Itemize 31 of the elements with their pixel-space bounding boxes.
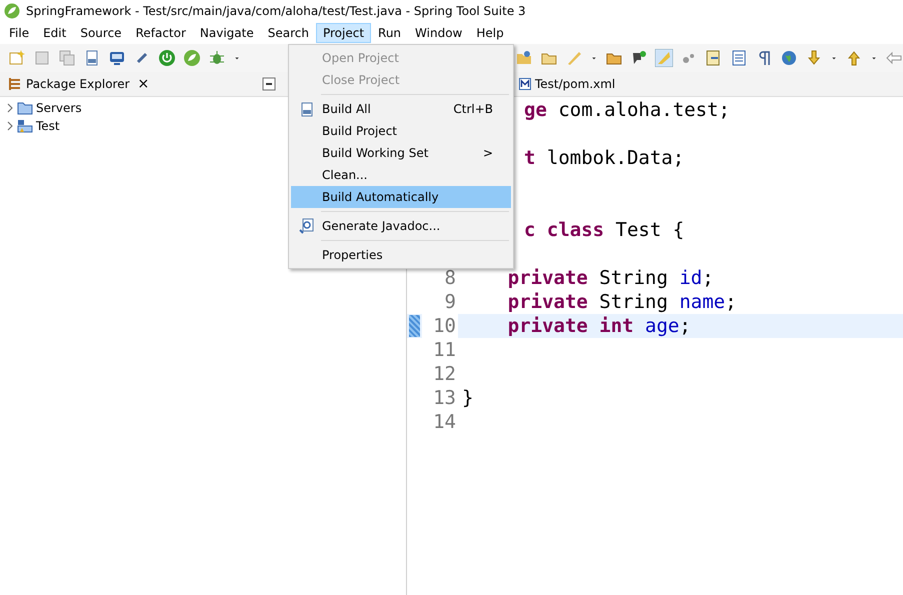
tree-item[interactable]: Test [36,119,60,133]
close-button[interactable]: × [138,76,150,92]
code-line: c class Test { [524,219,684,241]
menu-entry[interactable]: Build Project [291,120,511,142]
code-line: ge com.aloha.test; [524,99,730,121]
menu-item[interactable]: File [2,23,36,43]
window-title: SpringFramework - Test/src/main/java/com/aloha/test/Test.java - Spring Tool Suite 3 [26,4,526,18]
menu-item[interactable]: Search [260,23,316,43]
menu-entry[interactable]: Generate Javadoc... [291,215,511,237]
code-line: t lombok.Data; [524,147,684,169]
code-line: private int age; [506,315,691,337]
menu-item[interactable]: Refactor [128,23,193,43]
code-line: private String id; [506,267,714,289]
view-title[interactable]: Package Explorer [26,77,130,91]
menu-item[interactable]: Navigate [192,23,261,43]
menu-entry[interactable]: Build All Ctrl+B [291,98,511,120]
code-line: } [462,387,474,409]
menu-entry[interactable]: Build Automatically [291,186,511,208]
menu-item[interactable]: Source [73,23,129,43]
menu-entry[interactable]: Clean... [291,164,511,186]
menu-item[interactable]: Window [408,23,470,43]
editor-tab[interactable]: Test/pom.xml [535,77,616,91]
menu-item[interactable]: Help [469,23,511,43]
line-number: 10 [422,314,458,338]
code-line: private String name; [506,291,737,313]
menu-item[interactable]: Run [371,23,408,43]
menu-entry[interactable]: Build Working Set > [291,142,511,164]
menu-item[interactable]: Project [316,23,372,43]
menu-entry[interactable]: Properties [291,244,511,266]
menu-item[interactable]: Edit [36,23,74,43]
tree-item[interactable]: Servers [36,101,82,115]
